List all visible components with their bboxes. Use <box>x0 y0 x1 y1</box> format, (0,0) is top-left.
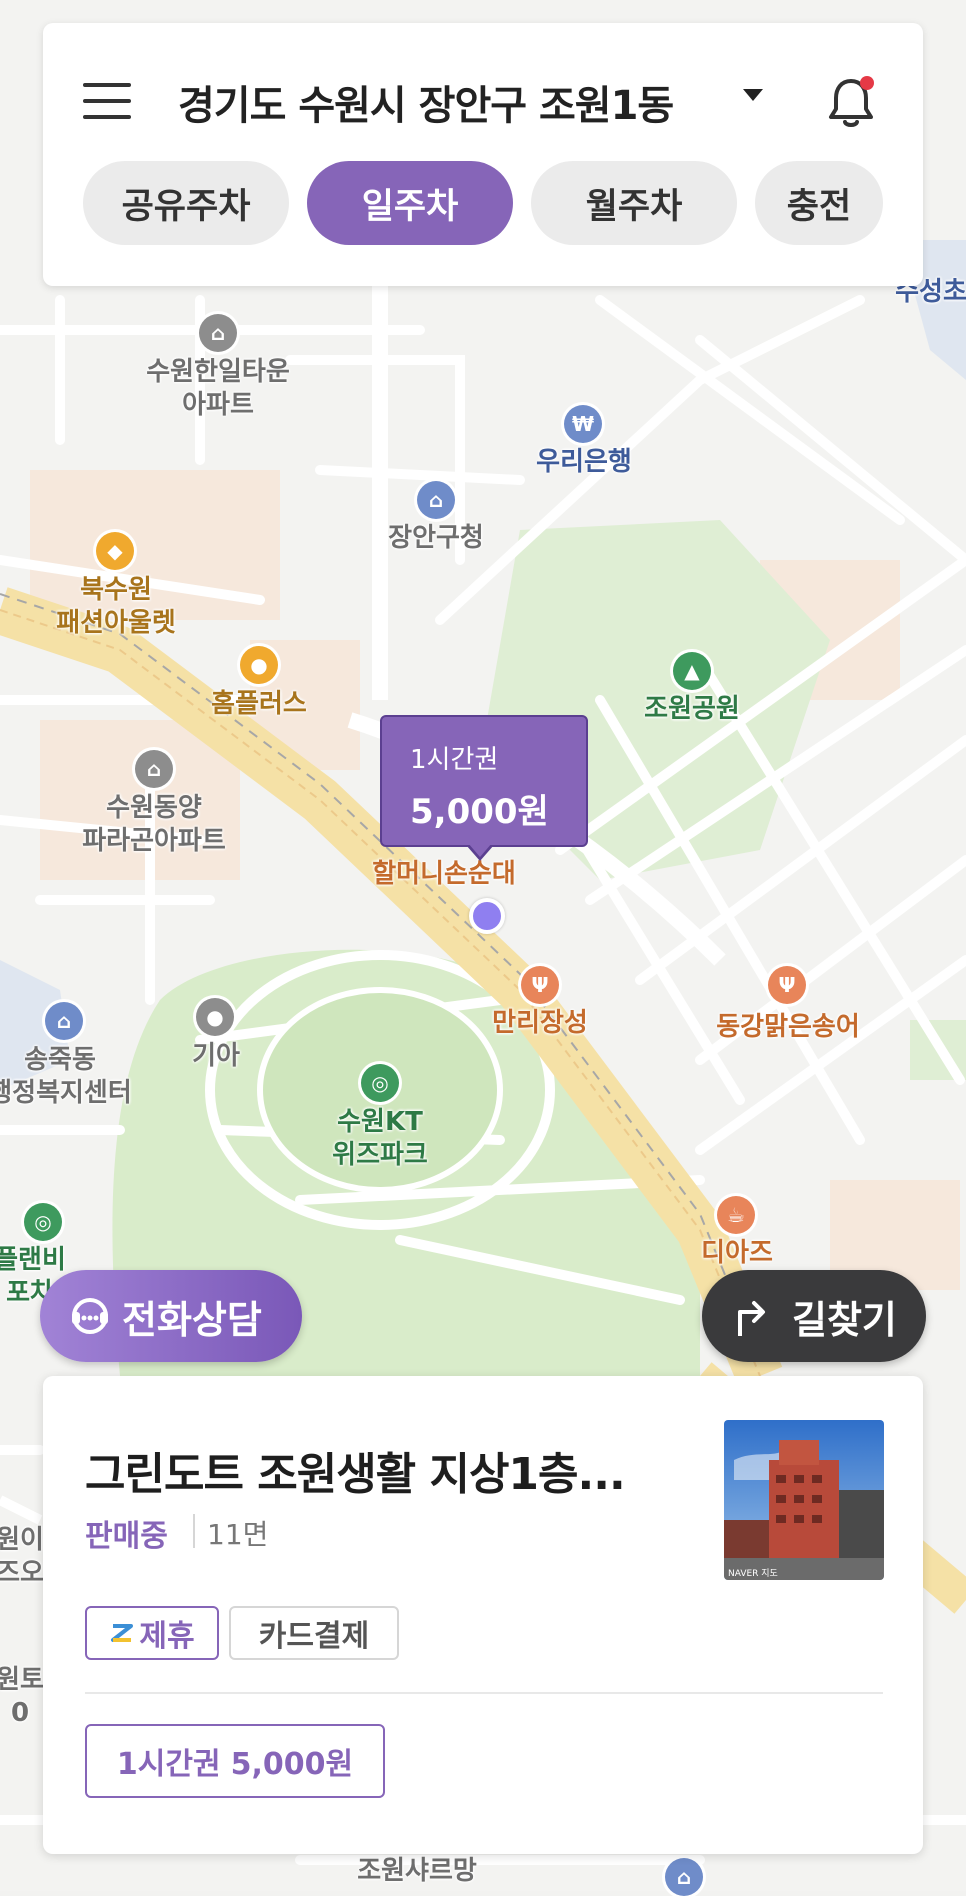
apartment-poi-icon[interactable]: ⌂ <box>135 750 173 788</box>
map-label-government: 장안구청 <box>388 523 484 553</box>
bell-icon[interactable] <box>825 75 877 131</box>
price-bubble-marker[interactable]: 1시간권 5,000원 <box>380 715 588 847</box>
restaurant-poi-icon[interactable]: Ψ <box>768 966 806 1004</box>
dropdown-arrow-icon[interactable] <box>743 89 763 101</box>
government-poi-icon[interactable]: ⌂ <box>45 1002 83 1040</box>
location-title[interactable]: 경기도 수원시 장안구 조원1동 <box>178 73 674 131</box>
map-label-edge: 원이 즈오 <box>0 1525 44 1588</box>
ticket-price: 5,000원 <box>230 1747 354 1782</box>
bubble-ticket-label: 1시간권 <box>410 745 499 775</box>
stadium-poi-icon[interactable]: ◎ <box>361 1064 399 1102</box>
map-label-outlet: 북수원 패션아울렛 <box>56 575 176 638</box>
headset-icon <box>72 1298 108 1334</box>
map-label-homeplus: 홈플러스 <box>211 689 307 719</box>
phone-consult-button[interactable]: 전화상담 <box>40 1270 302 1362</box>
menu-icon[interactable] <box>83 83 131 119</box>
parking-lot-name: 그린도트 조원생활 지상1층... <box>85 1449 626 1500</box>
sale-status: 판매중 <box>85 1519 168 1554</box>
map-label-restaurant: 동강맑은송어 <box>716 1012 860 1042</box>
bank-poi-icon[interactable]: ₩ <box>564 405 602 443</box>
map-label-bottom: 조원샤르망 <box>357 1856 477 1886</box>
phone-consult-label: 전화상담 <box>122 1297 262 1342</box>
map-label-kia: 기아 <box>192 1041 240 1071</box>
space-count: 11면 <box>207 1518 269 1551</box>
shopping-poi-icon[interactable]: ◆ <box>96 532 134 570</box>
map-label-edge: 원토 0 <box>0 1665 44 1728</box>
apartment-poi-icon[interactable]: ⌂ <box>199 314 237 352</box>
restaurant-poi-icon[interactable]: Ψ <box>521 966 559 1004</box>
map-label-restaurant: 만리장성 <box>492 1008 588 1038</box>
parking-lot-card[interactable]: 그린도트 조원생활 지상1층... 판매중 11면 NAVER 지도 제휴 카드… <box>43 1376 923 1854</box>
ticket-name: 1시간권 <box>116 1747 221 1782</box>
map-label-stadium: 수원KT 위즈파크 <box>332 1107 428 1170</box>
mart-poi-icon[interactable]: ● <box>240 646 278 684</box>
header-card: 경기도 수원시 장안구 조원1동 공유주차 일주차 월주차 충전 <box>43 23 923 286</box>
tab-monthly-parking[interactable]: 월주차 <box>531 161 737 245</box>
tab-charging[interactable]: 충전 <box>755 161 883 245</box>
government-poi-icon[interactable]: ⌂ <box>417 481 455 519</box>
turn-right-arrow-icon <box>738 1301 765 1336</box>
tab-shared-parking[interactable]: 공유주차 <box>83 161 289 245</box>
photo-caption: NAVER 지도 <box>728 1568 778 1579</box>
tab-daily-parking[interactable]: 일주차 <box>307 161 513 245</box>
map-label-apartment: 수원동양 파라곤아파트 <box>82 793 226 856</box>
bubble-tail <box>468 843 492 857</box>
map-label-park: 조원공원 <box>644 694 740 724</box>
kia-poi-icon[interactable]: ● <box>196 998 234 1036</box>
card-payment-tag: 카드결제 <box>229 1606 399 1660</box>
hourly-ticket-button[interactable]: 1시간권 5,000원 <box>85 1724 385 1798</box>
map-label-center: 송죽동 행정복지센터 <box>0 1045 132 1108</box>
poi-icon[interactable]: ◎ <box>24 1203 62 1241</box>
partner-logo-icon <box>111 1624 134 1642</box>
directions-button[interactable]: 길찾기 <box>702 1270 926 1362</box>
bubble-price: 5,000원 <box>410 792 549 832</box>
parking-location-dot[interactable] <box>469 898 505 934</box>
map-label-restaurant: 할머니손순대 <box>372 859 516 889</box>
park-poi-icon[interactable]: ▲ <box>673 652 711 690</box>
notification-dot <box>860 76 874 90</box>
cafe-poi-icon[interactable]: ☕ <box>717 1196 755 1234</box>
divider <box>85 1692 883 1694</box>
parking-lot-photo[interactable]: NAVER 지도 <box>724 1420 884 1580</box>
separator <box>193 1514 195 1548</box>
poi-icon[interactable]: ⌂ <box>665 1858 703 1896</box>
partner-tag: 제휴 <box>85 1606 219 1660</box>
map-label-bank: 우리은행 <box>536 447 632 477</box>
map-label-cafe: 디아즈 <box>701 1238 773 1268</box>
directions-label: 길찾기 <box>792 1297 897 1342</box>
map-label-apartment: 수원한일타운 아파트 <box>146 357 290 420</box>
